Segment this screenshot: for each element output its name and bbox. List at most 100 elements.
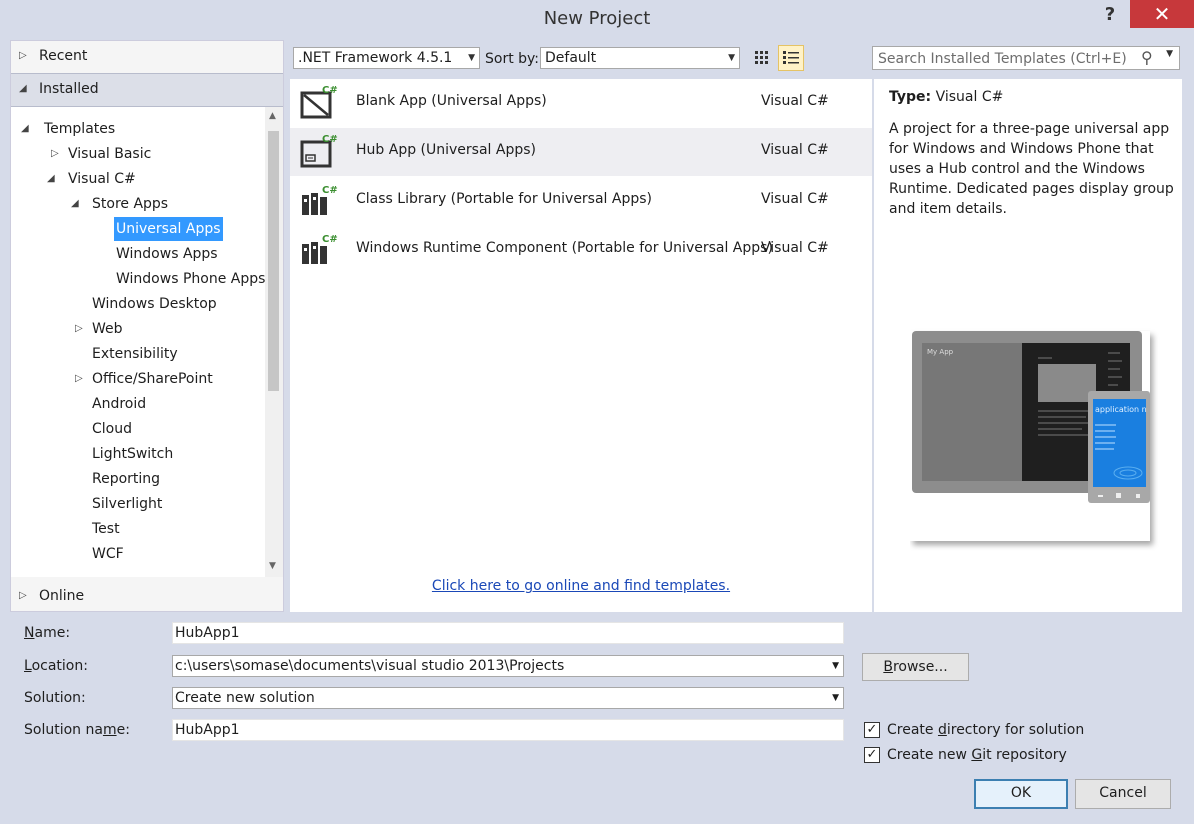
collapse-arrow-icon[interactable]: ◢ xyxy=(47,167,59,191)
csharp-badge: C# xyxy=(322,185,338,196)
dropdown-arrow-icon[interactable]: ▼ xyxy=(1166,49,1173,59)
dropdown-arrow-icon[interactable]: ▼ xyxy=(832,656,839,676)
hub-app-icon: C# xyxy=(300,134,338,168)
nav-recent-label: Recent xyxy=(39,48,88,64)
solution-value: Create new solution xyxy=(175,690,315,706)
tree-item-label: Web xyxy=(92,321,123,337)
preview-phone-title: application n xyxy=(1095,405,1147,414)
tree-item-label: Office/SharePoint xyxy=(92,371,213,387)
csharp-badge: C# xyxy=(322,134,338,145)
location-label: Location: xyxy=(24,658,88,674)
template-name: Hub App (Universal Apps) xyxy=(356,142,536,158)
template-name: Class Library (Portable for Universal Ap… xyxy=(356,191,653,207)
create-directory-label: Create directory for solution xyxy=(887,722,1085,738)
template-row-blank-app[interactable]: C# Blank App (Universal Apps) Visual C# xyxy=(290,79,872,127)
template-type: Type: Visual C# xyxy=(889,89,1003,105)
tree-item-label: Cloud xyxy=(92,421,132,437)
search-input[interactable] xyxy=(873,47,1140,71)
tree-item-label: Templates xyxy=(44,121,116,137)
left-nav-panel: ▷ Recent ◢ Installed ◢ Templates ▷ Visua… xyxy=(10,40,284,612)
template-row-hub-app[interactable]: C# Hub App (Universal Apps) Visual C# xyxy=(290,128,872,176)
collapse-arrow-icon[interactable]: ◢ xyxy=(71,192,83,216)
solution-select[interactable]: Create new solution ▼ xyxy=(172,687,844,709)
solution-name-value: HubApp1 xyxy=(175,722,240,738)
expand-arrow-icon[interactable]: ▷ xyxy=(75,367,87,391)
type-label: Type: xyxy=(889,89,932,105)
dropdown-arrow-icon: ▼ xyxy=(728,53,735,63)
template-language: Visual C# xyxy=(761,240,829,256)
tree-item-label: Universal Apps xyxy=(114,217,223,241)
grid-view-icon xyxy=(755,51,768,64)
nav-online-label: Online xyxy=(39,588,85,604)
name-label: Name: xyxy=(24,625,71,641)
dropdown-arrow-icon: ▼ xyxy=(468,53,475,63)
expand-arrow-icon: ▷ xyxy=(19,590,27,601)
name-input[interactable]: HubApp1 xyxy=(172,622,844,644)
solution-label: Solution: xyxy=(24,690,86,706)
tree-item-label: Store Apps xyxy=(92,196,169,212)
nav-recent[interactable]: ▷ Recent xyxy=(11,41,283,73)
framework-select[interactable]: .NET Framework 4.5.1 ▼ xyxy=(293,47,480,69)
tree-item-label: Silverlight xyxy=(92,496,163,512)
type-value: Visual C# xyxy=(935,89,1004,105)
create-directory-checkbox[interactable]: ✓ xyxy=(864,722,880,738)
location-value: c:\users\somase\documents\visual studio … xyxy=(175,658,565,674)
tree-item-label: Windows Apps xyxy=(116,246,218,262)
create-git-label: Create new Git repository xyxy=(887,747,1067,763)
close-button[interactable]: ✕ xyxy=(1130,0,1194,28)
template-details-panel: Type: Visual C# A project for a three-pa… xyxy=(874,79,1182,612)
csharp-badge: C# xyxy=(322,234,338,245)
template-name: Blank App (Universal Apps) xyxy=(356,93,547,109)
collapse-arrow-icon[interactable]: ◢ xyxy=(21,117,33,141)
nav-installed-label: Installed xyxy=(39,81,99,97)
grid-view-button[interactable] xyxy=(750,46,774,70)
tree-item-label: Android xyxy=(92,396,147,412)
template-description: A project for a three-page universal app… xyxy=(889,121,1174,217)
template-row-class-library[interactable]: C# Class Library (Portable for Universal… xyxy=(290,177,872,225)
window-title: New Project xyxy=(543,8,651,29)
sort-select[interactable]: Default ▼ xyxy=(540,47,740,69)
class-library-icon: C# xyxy=(302,185,338,215)
template-row-windows-runtime-component[interactable]: C# Windows Runtime Component (Portable f… xyxy=(290,226,872,274)
template-language: Visual C# xyxy=(761,191,829,207)
template-tree: ◢ Templates ▷ Visual Basic ◢ Visual C# ◢… xyxy=(11,107,265,577)
blank-app-icon: C# xyxy=(300,85,338,119)
list-view-button[interactable] xyxy=(778,45,804,71)
scroll-down-arrow-icon[interactable]: ▼ xyxy=(269,561,276,571)
expand-arrow-icon: ▷ xyxy=(19,50,27,61)
collapse-arrow-icon: ◢ xyxy=(19,83,27,94)
preview-app-title: My App xyxy=(927,348,954,356)
location-combo[interactable]: c:\users\somase\documents\visual studio … xyxy=(172,655,844,677)
tree-item-label: Windows Desktop xyxy=(92,296,217,312)
scroll-up-arrow-icon[interactable]: ▲ xyxy=(269,111,276,121)
tree-item-label: LightSwitch xyxy=(92,446,174,462)
online-templates-link[interactable]: Click here to go online and find templat… xyxy=(290,578,872,594)
template-preview-image: My App application n xyxy=(910,331,1150,541)
help-button[interactable]: ? xyxy=(1090,0,1130,30)
list-view-icon xyxy=(783,51,799,64)
solution-name-label: Solution name: xyxy=(24,722,130,738)
nav-online[interactable]: ▷ Online xyxy=(11,581,283,613)
create-git-checkbox[interactable]: ✓ xyxy=(864,747,880,763)
ok-button[interactable]: OK xyxy=(974,779,1068,809)
solution-name-input[interactable]: HubApp1 xyxy=(172,719,844,741)
search-icon[interactable]: ⚲ xyxy=(1141,48,1153,67)
expand-arrow-icon[interactable]: ▷ xyxy=(75,317,87,341)
windows-runtime-component-icon: C# xyxy=(302,234,338,264)
tree-item-label: Extensibility xyxy=(92,346,178,362)
tree-scrollbar[interactable]: ▲ ▼ xyxy=(265,107,283,577)
tree-item-label: WCF xyxy=(92,546,124,562)
nav-installed[interactable]: ◢ Installed xyxy=(11,73,283,107)
expand-arrow-icon[interactable]: ▷ xyxy=(51,142,63,166)
sort-by-label: Sort by: xyxy=(485,51,540,67)
template-list: C# Blank App (Universal Apps) Visual C# … xyxy=(290,79,872,612)
search-box[interactable]: ⚲ ▼ xyxy=(872,46,1180,71)
sort-select-value: Default xyxy=(545,50,597,66)
name-input-value: HubApp1 xyxy=(175,625,240,641)
template-name: Windows Runtime Component (Portable for … xyxy=(356,240,773,256)
scroll-thumb[interactable] xyxy=(268,131,279,391)
tree-item-label: Windows Phone Apps xyxy=(116,271,266,287)
browse-button[interactable]: Browse... xyxy=(862,653,969,681)
cancel-button[interactable]: Cancel xyxy=(1075,779,1171,809)
dropdown-arrow-icon[interactable]: ▼ xyxy=(832,688,839,708)
